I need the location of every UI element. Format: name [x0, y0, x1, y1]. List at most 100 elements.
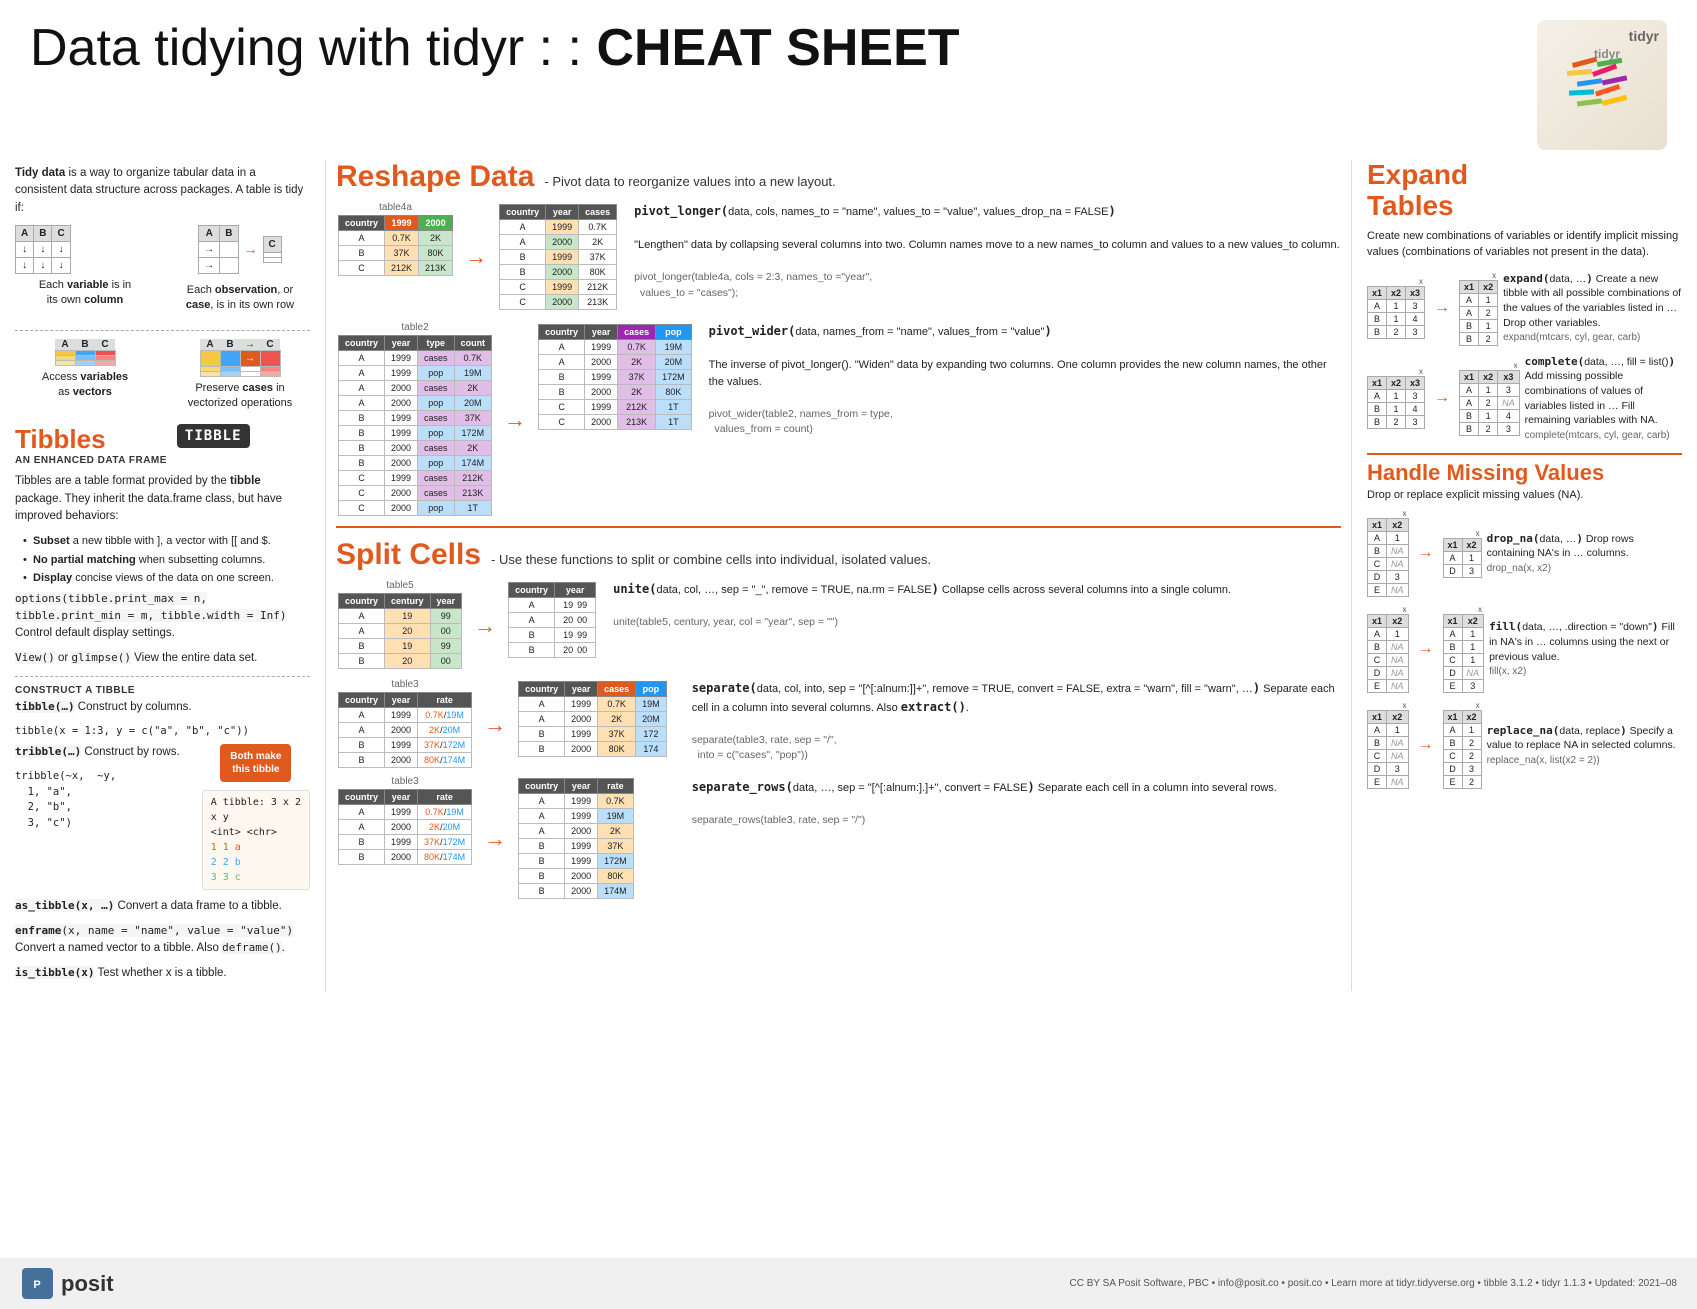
cell: 2000 [546, 265, 579, 280]
cell: 00 [430, 624, 462, 639]
tidy-diagrams-row1: A B C ↓ ↓ ↓ ↓ [15, 225, 310, 322]
col-year: year [385, 790, 418, 805]
cell: A [519, 712, 565, 727]
replace-na-x-label: x [1367, 701, 1409, 710]
table3b-label: table3 [336, 776, 474, 787]
cell: NA [1387, 776, 1409, 789]
drop-na-x-label: x [1367, 509, 1409, 518]
cell: 1T [656, 415, 692, 430]
cell: B [1368, 545, 1387, 558]
cell: A [339, 351, 385, 366]
col-country: country [539, 325, 585, 340]
diagram-rows: A B → → → C [170, 225, 310, 322]
split-cells-section: Split Cells - Use these functions to spl… [336, 538, 1341, 901]
fill-x-label: x [1367, 605, 1409, 614]
table3b-output: country year rate A19990.7K A199919M A20… [516, 776, 636, 901]
header-logo: tidyr [1537, 20, 1667, 150]
cell: 37K [598, 839, 634, 854]
cell: 2000 [385, 820, 418, 835]
cell: 4 [1498, 409, 1520, 422]
split-cells-title: Split Cells [336, 538, 481, 572]
unite-desc: unite(data, col, …, sep = "_", remove = … [613, 580, 1341, 631]
middle-column: Reshape Data - Pivot data to reorganize … [325, 160, 1352, 991]
cell: 0.7K [385, 231, 419, 246]
col-country: country [500, 205, 546, 220]
col-x3: x3 [1498, 370, 1520, 383]
cell: 212K [579, 280, 617, 295]
cell: 2000 [565, 712, 598, 727]
cell: A [339, 231, 385, 246]
cell: 0.7K/19M [418, 708, 472, 723]
replace-na-before-table: x1x2 A1 BNA CNA D3 ENA [1367, 710, 1409, 789]
cell: 2000 [385, 753, 418, 768]
drop-na-before: x x1x2 A1 BNA CNA D3 ENA [1367, 509, 1409, 597]
col-year: year [385, 336, 418, 351]
tidy-rule4-label: Preserve cases invectorized operations [170, 381, 310, 412]
cell: 2K [618, 385, 656, 400]
replace-na-desc: replace_na(data, replace) Specify a valu… [1487, 723, 1682, 768]
cell: A [500, 220, 546, 235]
cell: A [509, 598, 555, 613]
cell: 1999 [555, 628, 596, 643]
cell: 2 [1387, 326, 1406, 339]
cell: cases [418, 471, 455, 486]
expand-func-row: x x1 x2 x3 A13 B14 B23 [1367, 271, 1682, 346]
footer-learn-more: Learn more at tidyr.tidyverse.org [1331, 1278, 1474, 1289]
footer-website: posit.co [1288, 1278, 1322, 1289]
cell: B [339, 441, 385, 456]
cell: cases [418, 351, 455, 366]
cell: 174M [454, 456, 492, 471]
arrow-pivot-longer: → [465, 244, 487, 270]
cell: pop [418, 366, 455, 381]
cell: 4 [1406, 403, 1425, 416]
cell: B [339, 753, 385, 768]
footer: P posit CC BY SA Posit Software, PBC • i… [0, 1258, 1697, 1309]
cell: A [1443, 628, 1462, 641]
cell: 1 [1387, 390, 1406, 403]
cell: 0.7K [598, 794, 634, 809]
col-a2: A [199, 225, 220, 241]
separate-rows-row: table3 country year rate A19990.7K/19M [336, 776, 669, 901]
cell: A [1368, 390, 1387, 403]
col-x1: x1 [1443, 538, 1462, 551]
main-content: Tidy data is a way to organize tabular d… [0, 160, 1697, 991]
col-x2: x2 [1462, 711, 1481, 724]
tibble-col-headers: x y [211, 810, 301, 825]
cell: 37K [579, 250, 617, 265]
col-year: year [546, 205, 579, 220]
col-x2: x2 [1387, 377, 1406, 390]
drop-na-after-table: x1x2 A1 D3 [1443, 538, 1482, 578]
table3b: country year rate A19990.7K/19M A20002K/… [338, 789, 472, 865]
reshape-title: Reshape Data [336, 160, 534, 194]
cell: ↓ [52, 257, 70, 273]
split-divider [336, 526, 1341, 528]
bullet-display: Display concise views of the data on one… [23, 570, 310, 587]
cell: 19M [636, 697, 667, 712]
replace-na-after: x x1x2 A1 B2 C2 D3 E2 [1443, 701, 1482, 789]
cell: A [500, 235, 546, 250]
cell: E [1368, 680, 1387, 693]
cell: 0.7K/19M [418, 805, 472, 820]
cell: B [339, 654, 385, 669]
cell: 37K [454, 411, 492, 426]
col-country: country [339, 594, 385, 609]
cell: 174 [636, 742, 667, 757]
cell: B [1443, 737, 1462, 750]
cell: A [1368, 628, 1387, 641]
table4a-label: table4a [336, 202, 455, 213]
cell: 0.7K [454, 351, 492, 366]
cell: B [75, 339, 95, 351]
cell: 37K/172M [418, 738, 472, 753]
cell: B [339, 738, 385, 753]
expand-title-group: Expand Tables [1367, 160, 1468, 222]
cell: ↓ [34, 241, 52, 257]
arrow-expand: → [1434, 299, 1450, 317]
col-x1: x1 [1443, 711, 1462, 724]
cell: B [339, 850, 385, 865]
complete-func-desc: complete(data, …, fill = list()) Add mis… [1525, 354, 1682, 443]
cell: 2K [598, 824, 634, 839]
col-b2: B [220, 225, 238, 241]
cell: 1999 [385, 366, 418, 381]
cell: 3 [1387, 763, 1409, 776]
cell: pop [418, 501, 455, 516]
